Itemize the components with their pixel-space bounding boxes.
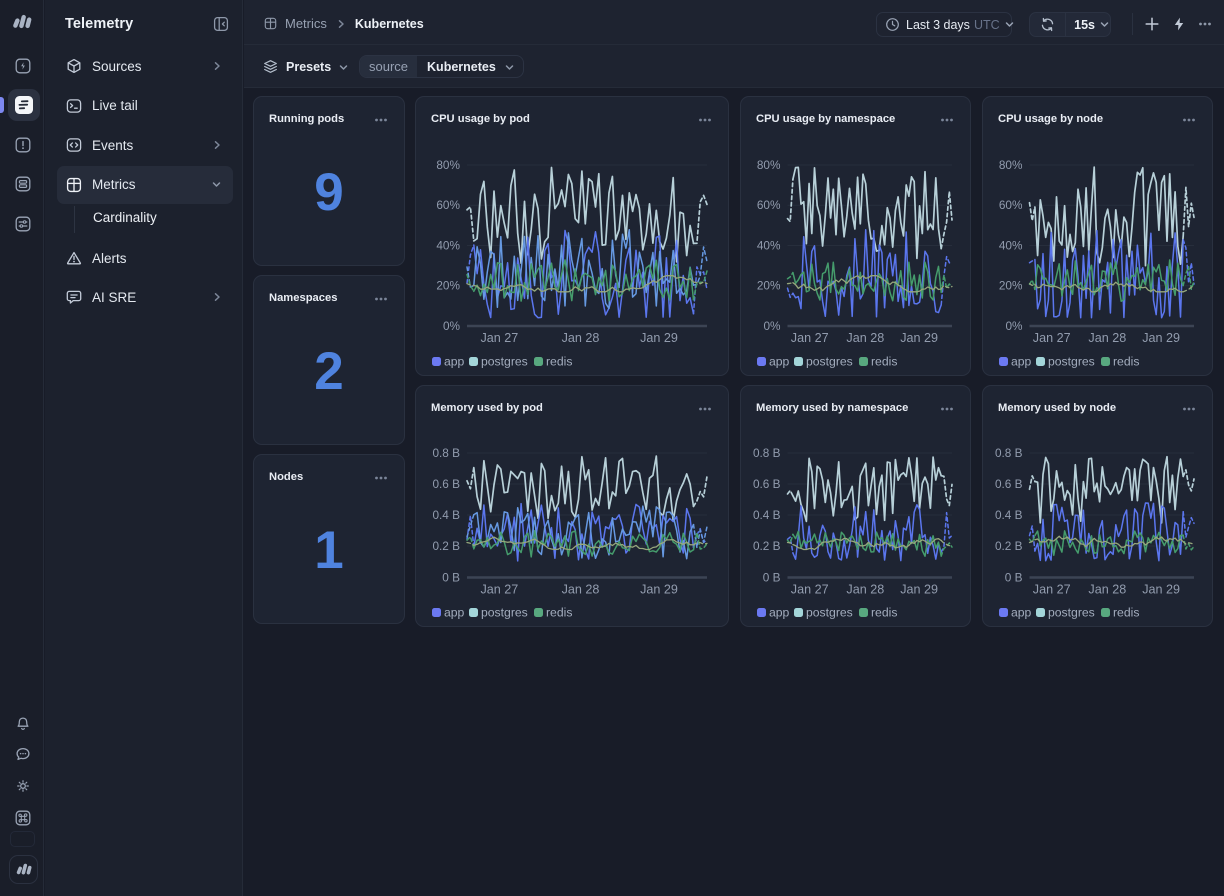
svg-text:Jan 29: Jan 29	[900, 331, 938, 345]
svg-text:20%: 20%	[999, 279, 1023, 293]
svg-text:0%: 0%	[763, 319, 781, 333]
svg-text:0%: 0%	[1005, 319, 1023, 333]
svg-text:app: app	[769, 606, 790, 620]
svg-text:Jan 28: Jan 28	[1088, 583, 1126, 597]
svg-text:postgres: postgres	[806, 606, 853, 620]
svg-text:Jan 27: Jan 27	[791, 583, 829, 597]
svg-text:Jan 27: Jan 27	[1033, 583, 1071, 597]
svg-text:redis: redis	[546, 355, 572, 369]
svg-text:postgres: postgres	[1048, 355, 1095, 369]
svg-text:40%: 40%	[757, 238, 781, 252]
svg-text:app: app	[1011, 606, 1032, 620]
svg-text:0 B: 0 B	[442, 570, 460, 584]
svg-text:Jan 29: Jan 29	[640, 331, 678, 345]
svg-text:0.6 B: 0.6 B	[995, 477, 1023, 491]
svg-text:0.8 B: 0.8 B	[432, 446, 460, 460]
svg-text:Jan 27: Jan 27	[480, 583, 518, 597]
svg-text:redis: redis	[1113, 606, 1139, 620]
svg-text:60%: 60%	[999, 198, 1023, 212]
svg-text:Jan 29: Jan 29	[1142, 583, 1180, 597]
svg-text:app: app	[1011, 355, 1032, 369]
svg-text:Jan 27: Jan 27	[1033, 331, 1071, 345]
svg-text:0.4 B: 0.4 B	[432, 508, 460, 522]
svg-text:0%: 0%	[443, 319, 461, 333]
svg-text:redis: redis	[871, 355, 897, 369]
svg-text:0.4 B: 0.4 B	[753, 508, 781, 522]
svg-text:Jan 28: Jan 28	[1088, 331, 1126, 345]
svg-text:0.2 B: 0.2 B	[995, 539, 1023, 553]
svg-text:postgres: postgres	[481, 606, 528, 620]
svg-text:0.8 B: 0.8 B	[753, 446, 781, 460]
svg-text:Jan 28: Jan 28	[846, 331, 884, 345]
svg-text:0.2 B: 0.2 B	[432, 539, 460, 553]
svg-text:redis: redis	[871, 606, 897, 620]
svg-text:postgres: postgres	[481, 355, 528, 369]
svg-text:Jan 28: Jan 28	[846, 583, 884, 597]
svg-text:80%: 80%	[757, 158, 781, 172]
svg-text:app: app	[444, 606, 465, 620]
svg-text:Jan 29: Jan 29	[1142, 331, 1180, 345]
svg-text:0 B: 0 B	[1005, 570, 1023, 584]
svg-text:60%: 60%	[757, 198, 781, 212]
svg-text:0.6 B: 0.6 B	[432, 477, 460, 491]
svg-text:0.6 B: 0.6 B	[753, 477, 781, 491]
svg-text:80%: 80%	[999, 158, 1023, 172]
svg-text:redis: redis	[1113, 355, 1139, 369]
svg-text:60%: 60%	[436, 198, 460, 212]
svg-text:Jan 28: Jan 28	[562, 331, 600, 345]
svg-text:app: app	[769, 355, 790, 369]
svg-text:redis: redis	[546, 606, 572, 620]
svg-text:app: app	[444, 355, 465, 369]
svg-text:0.4 B: 0.4 B	[995, 508, 1023, 522]
svg-text:0.8 B: 0.8 B	[995, 446, 1023, 460]
svg-text:80%: 80%	[436, 158, 460, 172]
svg-text:0 B: 0 B	[763, 570, 781, 584]
svg-text:postgres: postgres	[1048, 606, 1095, 620]
svg-text:Jan 29: Jan 29	[900, 583, 938, 597]
svg-text:20%: 20%	[436, 279, 460, 293]
svg-text:postgres: postgres	[806, 355, 853, 369]
svg-text:40%: 40%	[436, 238, 460, 252]
svg-text:Jan 29: Jan 29	[640, 583, 678, 597]
svg-text:Jan 28: Jan 28	[562, 583, 600, 597]
svg-text:40%: 40%	[999, 238, 1023, 252]
svg-text:20%: 20%	[757, 279, 781, 293]
svg-text:Jan 27: Jan 27	[480, 331, 518, 345]
svg-text:Jan 27: Jan 27	[791, 331, 829, 345]
svg-text:0.2 B: 0.2 B	[753, 539, 781, 553]
